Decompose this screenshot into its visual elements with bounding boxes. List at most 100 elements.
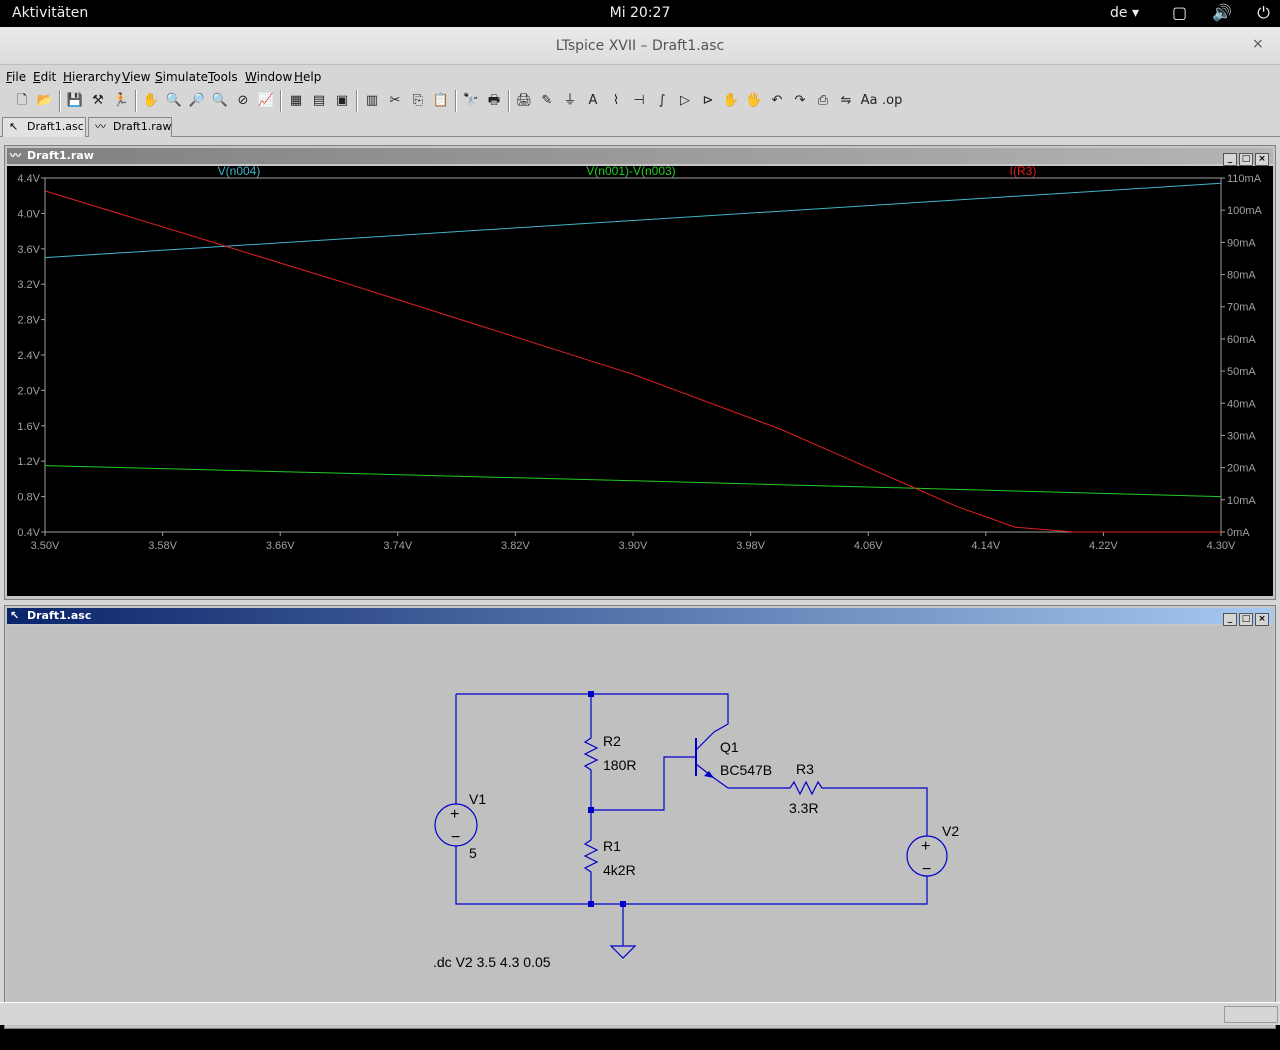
schematic-canvas[interactable]: + − + − V1 5 R2 180R R1 4k2R Q1 BC547B R…	[7, 626, 1273, 1026]
window-title: LTspice XVII – Draft1.asc	[555, 38, 725, 54]
y-left-tick-label: 0.8V	[17, 492, 40, 504]
autorange-icon[interactable]: 📈	[256, 91, 276, 111]
component-icon[interactable]: ⊳	[698, 91, 718, 111]
menu-file[interactable]: File	[6, 70, 26, 84]
resistor-r3[interactable]	[784, 780, 826, 796]
cut-icon[interactable]: ✂	[385, 91, 405, 111]
menu-simulate[interactable]: Simulate	[155, 70, 208, 84]
zoom-in-icon[interactable]: 🔍	[164, 91, 184, 111]
r1-value[interactable]: 4k2R	[603, 862, 636, 878]
ground-icon[interactable]: ⏚	[560, 91, 580, 111]
halt-icon[interactable]: ✋	[141, 91, 161, 111]
minimize-button[interactable]: _	[1223, 153, 1237, 166]
rotate-icon[interactable]: ⎙	[813, 91, 833, 111]
zoom-out-icon[interactable]: 🔍	[210, 91, 230, 111]
close-window-icon[interactable]: ×	[1252, 36, 1264, 52]
language-selector[interactable]: de ▾	[1110, 5, 1139, 21]
tab-draft1-asc[interactable]: ↖ Draft1.asc	[2, 117, 86, 137]
y-right-tick-label: 20mA	[1227, 463, 1256, 475]
status-bar	[0, 1002, 1280, 1025]
v1-label[interactable]: V1	[469, 791, 486, 807]
window-titlebar[interactable]: LTspice XVII – Draft1.asc ×	[0, 27, 1280, 65]
trace-v-n001-v-n003-[interactable]	[44, 465, 1222, 498]
label-icon[interactable]: A	[583, 91, 603, 111]
print-setup-icon[interactable]: 🖶	[484, 91, 504, 111]
v1-value[interactable]: 5	[469, 845, 477, 861]
tile-vertical-icon[interactable]: ▥	[362, 91, 382, 111]
tile-horizontal-icon[interactable]: ▤	[309, 91, 329, 111]
v2-label[interactable]: V2	[942, 823, 959, 839]
menu-view[interactable]: View	[122, 70, 150, 84]
r2-label[interactable]: R2	[603, 733, 621, 749]
waveform-window-title[interactable]: 〰 Draft1.raw _ □ ×	[7, 148, 1273, 166]
y-left-tick-label: 3.2V	[17, 279, 40, 291]
minimize-button[interactable]: _	[1223, 613, 1237, 626]
maximize-button[interactable]: □	[1239, 153, 1253, 166]
copy-icon[interactable]: ⎘	[408, 91, 428, 111]
legend-i-r3-[interactable]: I(R3)	[1010, 164, 1037, 178]
r3-label[interactable]: R3	[796, 761, 814, 777]
q1-label[interactable]: Q1	[720, 739, 739, 755]
trace-v-n004-[interactable]	[44, 182, 1222, 259]
r1-label[interactable]: R1	[603, 838, 621, 854]
move-icon[interactable]: ✋	[721, 91, 741, 111]
resistor-icon[interactable]: ⌇	[606, 91, 626, 111]
menu-help[interactable]: Help	[294, 70, 321, 84]
cascade-icon[interactable]: ▣	[332, 91, 352, 111]
r2-value[interactable]: 180R	[603, 757, 636, 773]
control-panel-icon[interactable]: ⚒	[88, 91, 108, 111]
menu-hierarchy[interactable]: Hierarchy	[63, 70, 121, 84]
v2-plus-sign: +	[921, 838, 930, 855]
undo-icon[interactable]: ↶	[767, 91, 787, 111]
resize-grip[interactable]	[1224, 1006, 1278, 1023]
text-icon[interactable]: Aa	[859, 91, 879, 111]
spice-directive-icon[interactable]: .op	[882, 91, 902, 111]
r3-value[interactable]: 3.3R	[789, 800, 819, 816]
wire[interactable]	[455, 846, 928, 905]
x-tick-label: 3.66V	[266, 540, 295, 552]
menu-tools[interactable]: Tools	[208, 70, 238, 84]
find-icon[interactable]: 🔭	[461, 91, 481, 111]
inductor-icon[interactable]: ∫	[652, 91, 672, 111]
transistor-q1-collector[interactable]	[695, 731, 715, 751]
clock[interactable]: Mi 20:27	[0, 5, 1280, 21]
print-icon[interactable]: 🖨	[514, 91, 534, 111]
spice-directive[interactable]: .dc V2 3.5 4.3 0.05	[433, 954, 551, 970]
menu-window[interactable]: Window	[245, 70, 292, 84]
maximize-button[interactable]: □	[1239, 613, 1253, 626]
schematic-window-title[interactable]: ↖ Draft1.asc _ □ ×	[7, 608, 1273, 626]
waveform-plot[interactable]: 3.50V 3.58V 3.66V 3.74V 3.82V 3.90V 3.98V 4.06V…	[7, 164, 1273, 596]
mirror-icon[interactable]: ⇋	[836, 91, 856, 111]
diode-icon[interactable]: ▷	[675, 91, 695, 111]
new-schematic-icon[interactable]: 🗋	[12, 91, 32, 111]
resistor-r1[interactable]	[583, 834, 599, 876]
legend-v-n001-v-n003-[interactable]: V(n001)-V(n003)	[586, 164, 675, 178]
menu-edit[interactable]: Edit	[33, 70, 56, 84]
capacitor-icon[interactable]: ⊣	[629, 91, 649, 111]
wire[interactable]	[826, 787, 928, 836]
zoom-cancel-icon[interactable]: ⊘	[233, 91, 253, 111]
zoom-area-icon[interactable]: 🔎	[187, 91, 207, 111]
wire[interactable]	[456, 693, 729, 733]
tab-draft1-raw[interactable]: 〰 Draft1.raw	[88, 117, 172, 137]
redo-icon[interactable]: ↷	[790, 91, 810, 111]
resistor-r2[interactable]	[583, 732, 599, 774]
save-icon[interactable]: 💾	[65, 91, 85, 111]
run-icon[interactable]: 🏃	[111, 91, 131, 111]
close-button[interactable]: ×	[1255, 153, 1269, 166]
toolbar: 🗋 📂 💾 ⚒ 🏃 ✋ 🔍 🔎 🔍 ⊘ 📈 ▦ ▤ ▣ ▥ ✂ ⎘ 📋 🔭 🖶 🖨 ✎ ⏚ A ⌇ ⊣ ∫ ▷ ⊳ ✋ 🖐 ↶ ↷ ⎙ ⇋ Aa .op	[0, 87, 1280, 115]
legend-v-n004-[interactable]: V(n004)	[218, 164, 261, 178]
x-tick-label: 3.58V	[148, 540, 177, 552]
ground-symbol[interactable]	[609, 945, 637, 959]
open-icon[interactable]: 📂	[35, 91, 55, 111]
close-button[interactable]: ×	[1255, 613, 1269, 626]
wire[interactable]	[713, 777, 784, 789]
drag-icon[interactable]: 🖐	[744, 91, 764, 111]
plot-svg[interactable]: 3.50V 3.58V 3.66V 3.74V 3.82V 3.90V 3.98V 4.06V…	[7, 164, 1273, 596]
grid-icon[interactable]: ▦	[286, 91, 306, 111]
tab-label: Draft1.asc	[27, 120, 84, 133]
paste-icon[interactable]: 📋	[431, 91, 451, 111]
wire-icon[interactable]: ✎	[537, 91, 557, 111]
q1-value[interactable]: BC547B	[720, 762, 772, 778]
schematic-svg[interactable]: + − + − V1 5 R2 180R R1 4k2R Q1 BC547B R…	[7, 626, 1273, 1026]
